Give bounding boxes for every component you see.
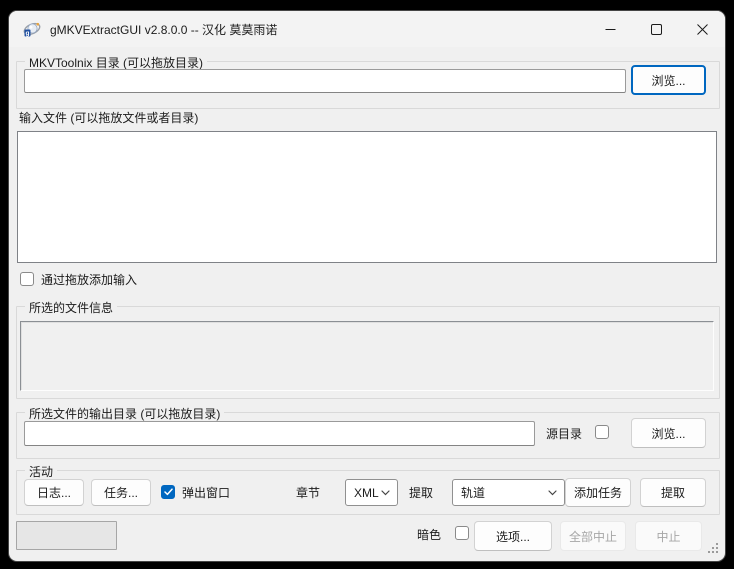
extract-mode-label: 提取 [409,486,433,500]
jobs-button[interactable]: 任务... [91,479,151,506]
abort-button[interactable]: 中止 [635,521,702,551]
file-info-group-label: 所选的文件信息 [25,299,117,316]
progress-bar [16,521,117,550]
output-browse-button[interactable]: 浏览... [631,418,706,448]
chevron-down-icon [381,490,390,496]
resize-grip[interactable] [706,541,718,553]
minimize-icon [605,24,616,35]
chevron-down-icon [548,490,557,496]
titlebar[interactable]: g gMKVExtractGUI v2.8.0.0 -- 汉化 莫莫雨诺 [9,11,725,47]
popup-window-label: 弹出窗口 [182,486,230,500]
extract-button[interactable]: 提取 [640,478,706,507]
source-dir-label: 源目录 [546,427,582,441]
check-icon [164,488,173,496]
maximize-icon [651,24,662,35]
input-files-listbox[interactable] [17,131,717,263]
add-by-drag-checkbox[interactable] [20,272,34,286]
desktop: { "window": { "title": "gMKVExtractGUI v… [0,0,734,569]
add-by-drag-label: 通过拖放添加输入 [41,273,137,287]
caption-buttons [587,11,725,47]
svg-text:g: g [26,30,30,37]
options-button[interactable]: 选项... [474,521,552,551]
dark-mode-checkbox[interactable] [455,526,469,540]
popup-window-checkbox[interactable] [161,485,175,499]
extract-mode-combo[interactable]: 轨道 [452,479,565,506]
app-window: g gMKVExtractGUI v2.8.0.0 -- 汉化 莫莫雨诺 MKV… [9,11,725,561]
source-dir-checkbox[interactable] [595,425,609,439]
mkvtoolnix-dir-input[interactable] [24,69,626,93]
maximize-button[interactable] [633,11,679,47]
output-dir-group-label: 所选文件的输出目录 (可以拖放目录) [25,405,224,422]
chapter-format-value: XML [354,486,379,500]
window-title: gMKVExtractGUI v2.8.0.0 -- 汉化 莫莫雨诺 [50,21,277,38]
close-button[interactable] [679,11,725,47]
abort-all-button[interactable]: 全部中止 [560,521,626,551]
app-icon: g [23,20,41,38]
actions-group-label: 活动 [25,463,57,480]
chapter-label: 章节 [296,486,320,500]
log-button[interactable]: 日志... [24,479,84,506]
minimize-button[interactable] [587,11,633,47]
add-job-button[interactable]: 添加任务 [565,478,631,507]
output-dir-input[interactable] [24,421,535,446]
dark-mode-label: 暗色 [417,528,441,542]
close-icon [697,24,708,35]
extract-mode-value: 轨道 [461,484,485,501]
file-info-textarea[interactable] [20,321,714,391]
mkvtoolnix-browse-button[interactable]: 浏览... [631,65,706,95]
chapter-format-combo[interactable]: XML [345,479,398,506]
input-files-label: 输入文件 (可以拖放文件或者目录) [19,111,198,125]
